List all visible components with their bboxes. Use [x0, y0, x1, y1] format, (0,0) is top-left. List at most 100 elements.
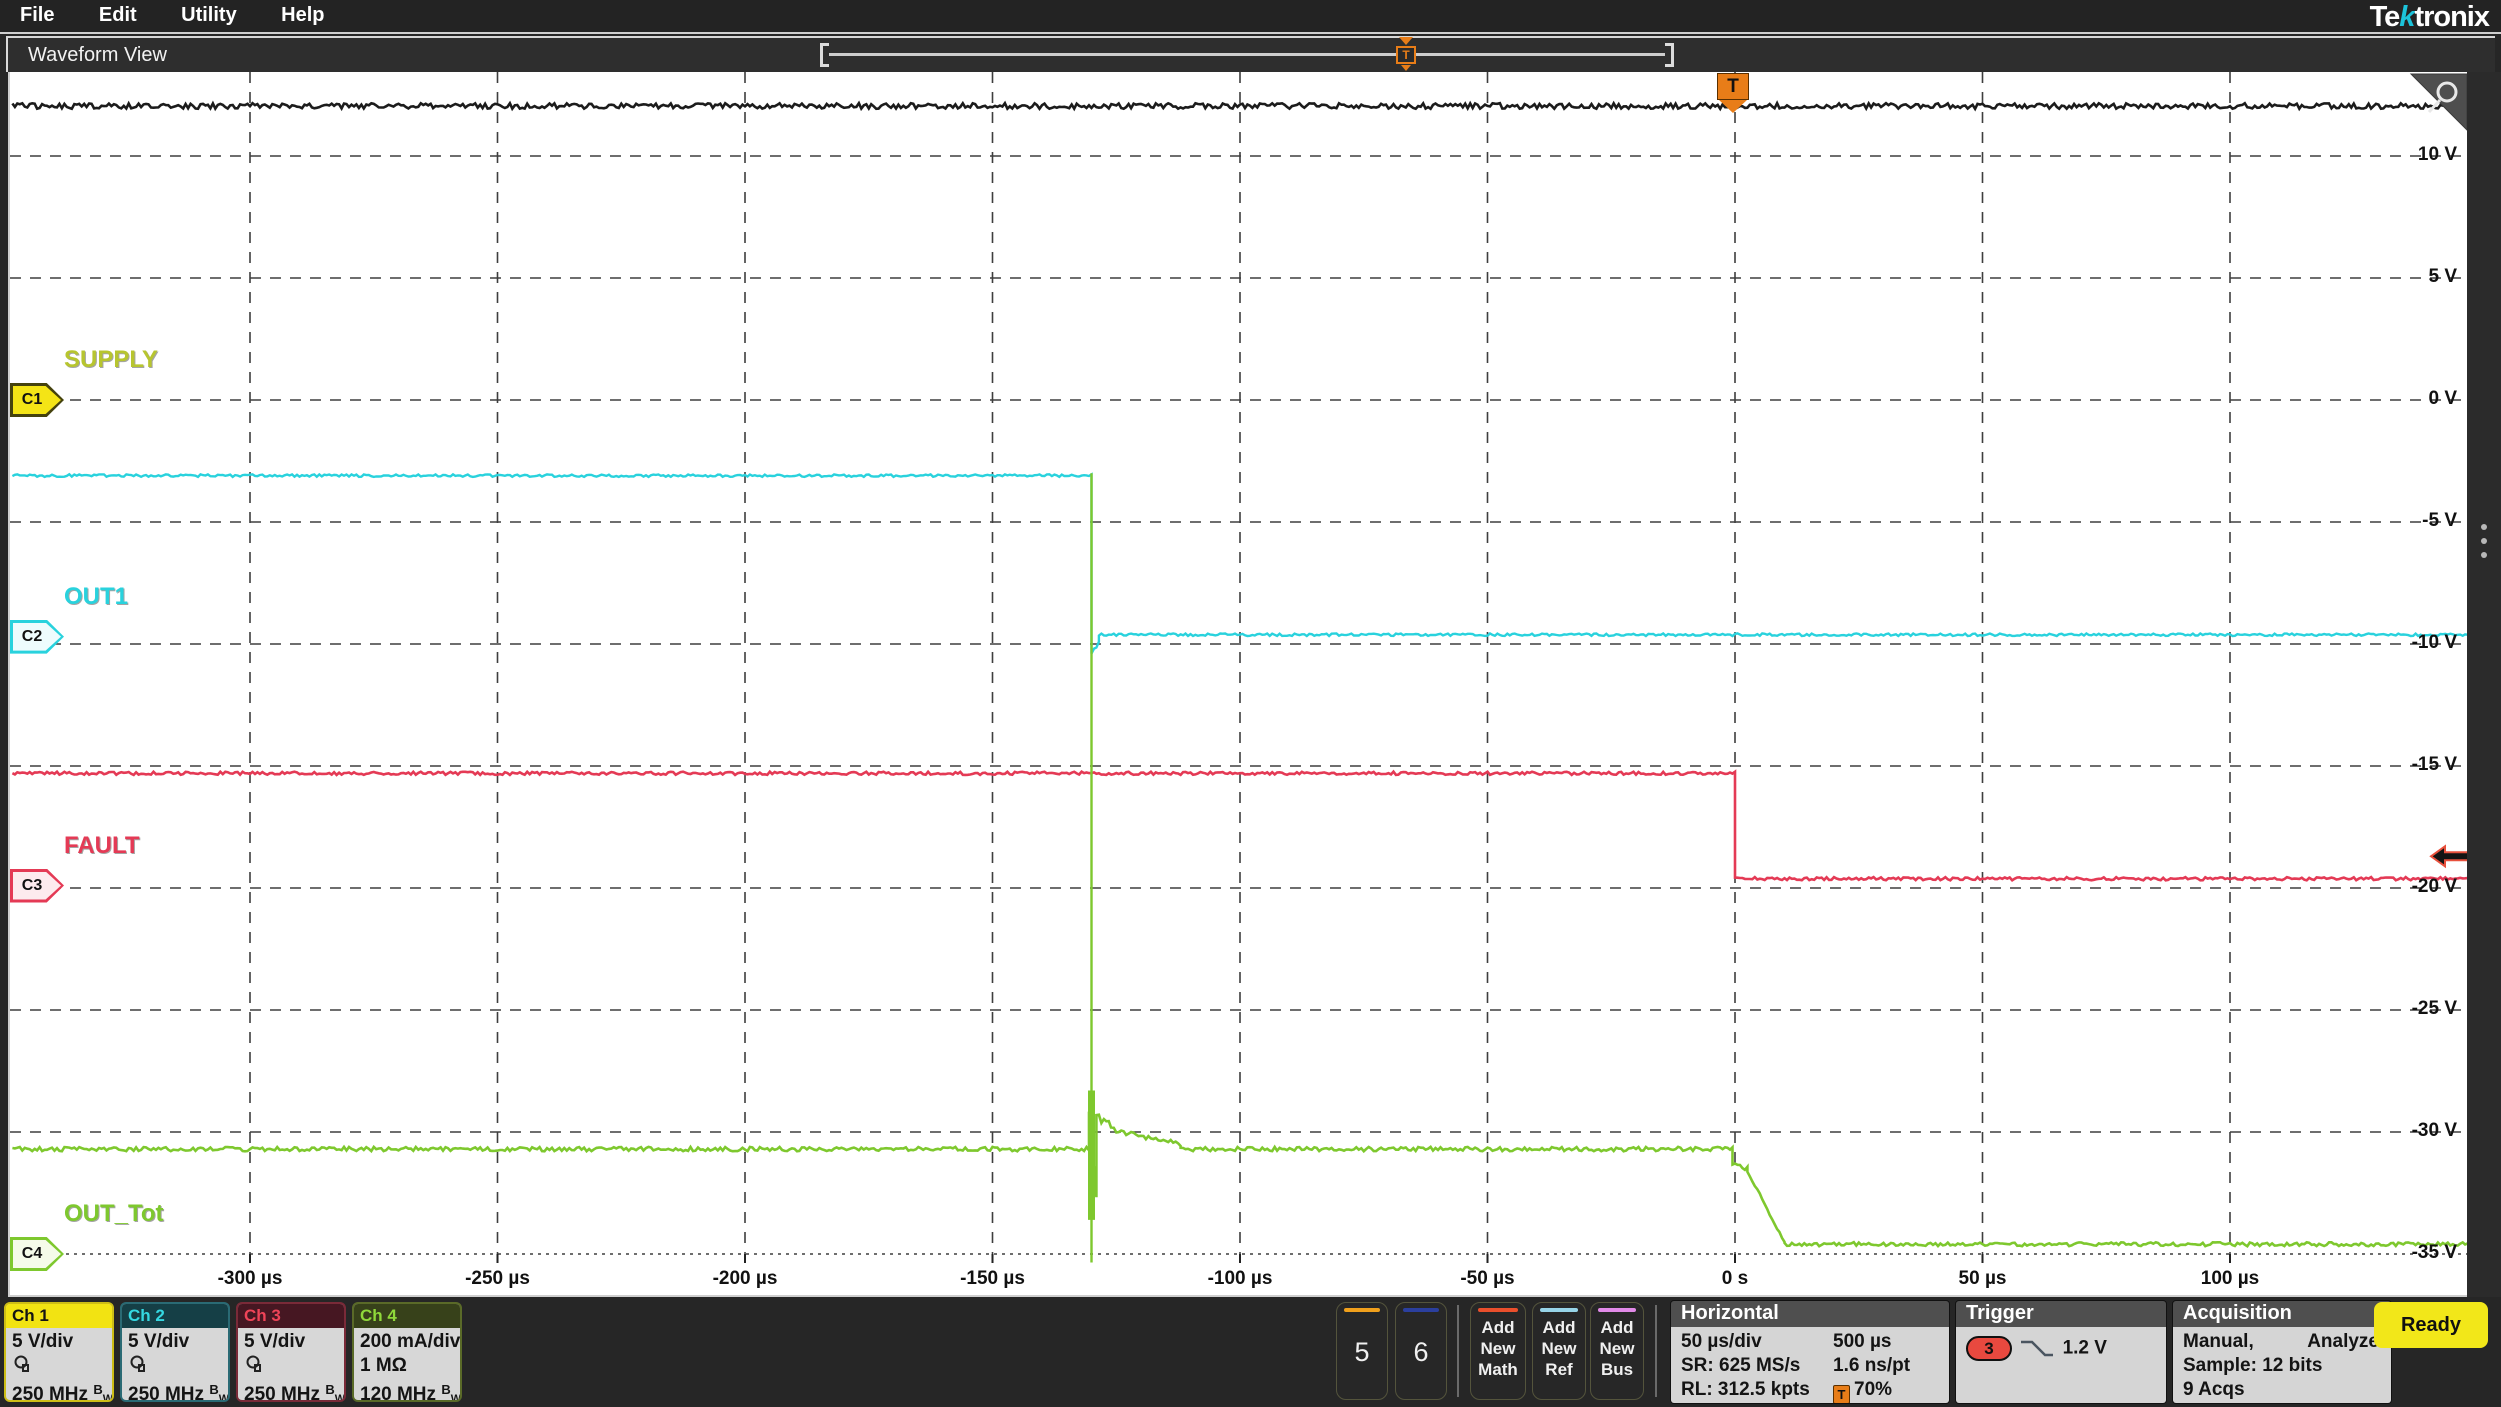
waveform-label-fault: FAULT — [64, 832, 140, 860]
horizontal-panel-title: Horizontal — [1671, 1301, 1949, 1327]
trigger-position-t-icon: T — [1396, 46, 1416, 64]
acquisition-panel[interactable]: Acquisition Manual, Analyze Sample: 12 bi… — [2172, 1300, 2392, 1404]
waveform-view-tab-bar: Waveform View T — [6, 36, 2495, 72]
waveform-label-supply: SUPPLY — [64, 346, 158, 374]
channel-badge-ch4[interactable]: Ch 4 200 mA/div 1 MΩ 120 MHz BW — [352, 1302, 462, 1402]
pan-bar-right-bracket — [1665, 43, 1674, 67]
trigger-flag-tip-icon — [1719, 100, 1747, 113]
acquisition-panel-title: Acquisition — [2173, 1301, 2391, 1327]
trace-supply — [12, 103, 2467, 109]
right-side-strip — [2467, 72, 2501, 1297]
add-new-ref-button[interactable]: Add New Ref — [1532, 1302, 1586, 1400]
trace-fault — [12, 772, 2467, 881]
probe-icon — [12, 1354, 112, 1378]
channel-badge-ch2[interactable]: Ch 2 5 V/div 250 MHz BW — [120, 1302, 230, 1402]
ch2-bandwidth: 250 MHz BW — [128, 1378, 228, 1402]
x-axis-label: -150 µs — [928, 1268, 1058, 1290]
trigger-flag-t-icon: T — [1717, 73, 1749, 100]
channel-badge-ch3[interactable]: Ch 3 5 V/div 250 MHz BW — [236, 1302, 346, 1402]
trigger-position-tip-icon — [1401, 65, 1411, 71]
probe-icon — [244, 1354, 344, 1378]
channel-5-button[interactable]: 5 — [1336, 1302, 1388, 1400]
trigger-panel[interactable]: Trigger 3 1.2 V — [1955, 1300, 2167, 1404]
ch4-scale: 200 mA/div — [360, 1330, 460, 1354]
trigger-position-percent: 70% — [1854, 1379, 1892, 1400]
channel-6-button[interactable]: 6 — [1395, 1302, 1447, 1400]
menu-utility[interactable]: Utility — [181, 4, 237, 27]
acquisition-mode: Manual, — [2183, 1330, 2254, 1354]
y-axis-label: 0 V — [2347, 388, 2457, 410]
drawer-handle-icon[interactable] — [2481, 524, 2487, 530]
horizontal-pan-zoom-bar[interactable]: T — [820, 43, 1674, 67]
trigger-panel-title: Trigger — [1956, 1301, 2166, 1327]
pan-bar-line — [829, 53, 1665, 56]
menu-bar: File Edit Utility Help Tektronix — [0, 0, 2501, 34]
ch2-header: Ch 2 — [122, 1304, 228, 1328]
acquisition-sample: Sample: 12 bits — [2183, 1354, 2391, 1378]
ch3-header: Ch 3 — [238, 1304, 344, 1328]
trigger-position-arrow-icon — [1399, 37, 1413, 45]
waveform-graticule: 10 V 5 V 0 V -5 V -10 V -15 V -20 V -25 V -30 V -… — [8, 72, 2467, 1297]
add-new-bus-button[interactable]: Add New Bus — [1590, 1302, 1644, 1400]
ch2-scale: 5 V/div — [128, 1330, 228, 1354]
badge-text: C1 — [10, 383, 54, 417]
channel-position-badge-c2[interactable]: C2 — [10, 620, 64, 654]
oscilloscope-ui: File Edit Utility Help Tektronix Wavefor… — [0, 0, 2501, 1407]
ref-color-stripe — [1540, 1308, 1578, 1312]
channel-position-badge-c3[interactable]: C3 — [10, 869, 64, 903]
probe-icon — [128, 1354, 228, 1378]
menu-help[interactable]: Help — [281, 4, 324, 27]
horizontal-scale: 50 µs/div — [1681, 1331, 1762, 1352]
drawer-handle-icon[interactable] — [2481, 552, 2487, 558]
math-color-stripe — [1478, 1308, 1518, 1312]
sample-rate: SR: 625 MS/s — [1681, 1355, 1800, 1376]
acquisition-count: 9 Acqs — [2183, 1378, 2391, 1402]
y-axis-label: -10 V — [2347, 632, 2457, 654]
waveform-view-title[interactable]: Waveform View — [28, 44, 167, 67]
drawer-handle-icon[interactable] — [2481, 538, 2487, 544]
tektronix-logo: Tektronix — [2370, 1, 2489, 34]
x-axis-label: 0 s — [1670, 1268, 1800, 1290]
badge-text: C4 — [10, 1237, 54, 1271]
horizontal-duration: 500 µs — [1833, 1330, 1892, 1354]
trigger-time-flag[interactable]: T — [1717, 73, 1749, 115]
ch5-color-stripe — [1344, 1308, 1380, 1312]
channel-position-badge-c4[interactable]: C4 — [10, 1237, 64, 1271]
zoom-corner-icon[interactable] — [2411, 74, 2467, 130]
divider — [1655, 1305, 1657, 1397]
trigger-level: 1.2 V — [2063, 1338, 2107, 1359]
ch4-impedance: 1 MΩ — [360, 1354, 460, 1378]
trigger-source-badge: 3 — [1966, 1336, 2012, 1361]
y-axis-label: -5 V — [2347, 510, 2457, 532]
trigger-position-marker[interactable]: T — [1396, 37, 1416, 77]
y-axis-label: 5 V — [2347, 266, 2457, 288]
y-axis-label: -15 V — [2347, 754, 2457, 776]
x-axis-label: -50 µs — [1423, 1268, 1553, 1290]
channel-position-badge-c1[interactable]: C1 — [10, 383, 64, 417]
falling-edge-icon — [2017, 1337, 2057, 1361]
channel-badge-ch1[interactable]: Ch 1 5 V/div 250 MHz BW — [4, 1302, 114, 1402]
sample-interval: 1.6 ns/pt — [1833, 1354, 1910, 1378]
y-axis-label: 10 V — [2347, 144, 2457, 166]
pan-bar-left-bracket — [820, 43, 829, 67]
x-axis-label: -300 µs — [185, 1268, 315, 1290]
waveform-label-out_tot: OUT_Tot — [64, 1200, 164, 1228]
waveform-canvas — [10, 72, 2469, 1297]
y-axis-label: -25 V — [2347, 998, 2457, 1020]
x-axis-label: 50 µs — [1918, 1268, 2048, 1290]
ch4-bandwidth: 120 MHz BW — [360, 1378, 460, 1402]
settings-bar: Ch 1 5 V/div 250 MHz BW Ch 2 5 V/div 250… — [0, 1297, 2501, 1407]
y-axis-label: -20 V — [2347, 876, 2457, 898]
y-axis-label: -30 V — [2347, 1120, 2457, 1142]
divider — [1457, 1305, 1459, 1397]
add-new-math-button[interactable]: Add New Math — [1470, 1302, 1526, 1400]
trigger-level-arrow-icon[interactable] — [2431, 846, 2469, 866]
ch1-bandwidth: 250 MHz BW — [12, 1378, 112, 1402]
x-axis-label: -250 µs — [433, 1268, 563, 1290]
x-axis-label: 100 µs — [2165, 1268, 2295, 1290]
menu-file[interactable]: File — [20, 4, 54, 27]
ch1-header: Ch 1 — [6, 1304, 112, 1328]
y-axis-label: -35 V — [2347, 1242, 2457, 1264]
menu-edit[interactable]: Edit — [99, 4, 137, 27]
horizontal-panel[interactable]: Horizontal 50 µs/div 500 µs SR: 625 MS/s 1… — [1670, 1300, 1950, 1404]
